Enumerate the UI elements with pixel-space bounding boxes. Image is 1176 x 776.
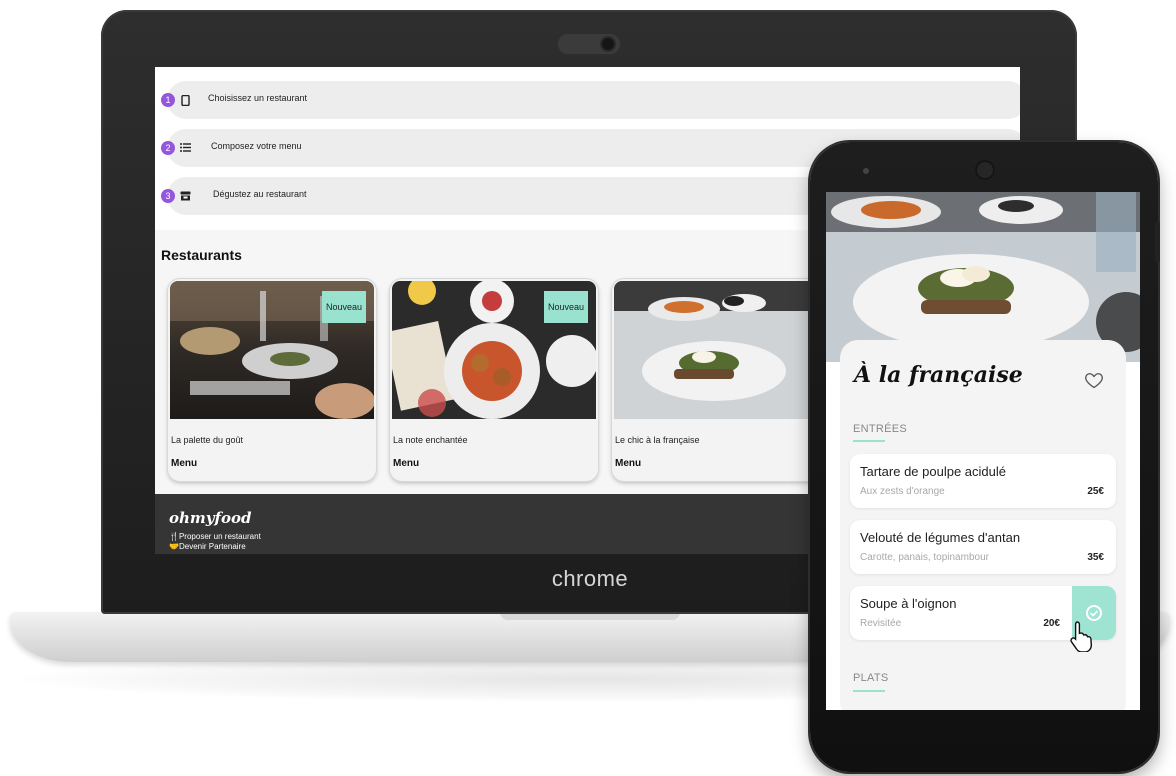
- section-underline: [853, 440, 885, 442]
- restaurants-title: Restaurants: [161, 247, 242, 263]
- chrome-brand-label: chrome: [551, 566, 629, 591]
- restaurant-card-3[interactable]: Le chic à la française Menu: [612, 279, 820, 481]
- footer-link-label: Devenir Partenaire: [178, 542, 246, 551]
- step-number: 3: [161, 189, 175, 203]
- restaurant-photo: [614, 281, 818, 419]
- phone-speaker: [977, 162, 993, 178]
- dish-name: Velouté de légumes d'antan: [860, 530, 1021, 545]
- menu-link[interactable]: Menu: [171, 458, 197, 469]
- footer-link-label: Proposer un restaurant: [178, 532, 261, 541]
- restaurant-photo: Nouveau: [392, 281, 596, 419]
- dish-item-2[interactable]: Velouté de légumes d'antan Carotte, pana…: [850, 520, 1116, 574]
- dish-description: Carotte, panais, topinambour: [860, 552, 989, 563]
- dish-price: 20€: [1043, 618, 1060, 629]
- step-number: 2: [161, 141, 175, 155]
- new-badge: Nouveau: [321, 291, 366, 323]
- step-label: Dégustez au restaurant: [213, 189, 307, 199]
- footer-link-partner[interactable]: 🤝Devenir Partenaire: [169, 542, 246, 551]
- restaurant-card-1[interactable]: Nouveau La palette du goût Menu: [168, 279, 376, 481]
- section-label-entrees: ENTRÉES: [853, 423, 908, 435]
- phone-icon: [179, 94, 191, 107]
- restaurant-card-2[interactable]: Nouveau La note enchantée Menu: [390, 279, 598, 481]
- hand-cursor-icon: [1068, 620, 1096, 653]
- section-label-plats: PLATS: [853, 672, 889, 684]
- restaurant-title: À la française: [854, 362, 1023, 388]
- hero-photo: [826, 192, 1140, 362]
- phone-camera: [863, 168, 869, 174]
- dish-description: Revisitée: [860, 618, 902, 629]
- dish-price: 25€: [1087, 486, 1104, 497]
- handshake-icon: 🤝: [169, 542, 179, 551]
- menu-link[interactable]: Menu: [615, 458, 641, 469]
- cutlery-icon: 🍴: [169, 532, 179, 541]
- menu-sheet: À la française ENTRÉES Tartare de poulpe…: [840, 340, 1126, 710]
- dish-name: Soupe à l'oignon: [860, 596, 957, 611]
- dish-price: 35€: [1087, 552, 1104, 563]
- dish-item-1[interactable]: Tartare de poulpe acidulé Aux zests d'or…: [850, 454, 1116, 508]
- top-fade: [155, 67, 1020, 75]
- list-icon: [179, 143, 191, 154]
- restaurant-photo: Nouveau: [170, 281, 374, 419]
- section-underline: [853, 690, 885, 692]
- dish-description: Aux zests d'orange: [860, 486, 945, 497]
- restaurant-name: La note enchantée: [393, 435, 468, 445]
- restaurant-name: La palette du goût: [171, 435, 244, 445]
- step-number: 1: [161, 93, 175, 107]
- footer-link-propose[interactable]: 🍴Proposer un restaurant: [169, 532, 261, 541]
- step-label: Composez votre menu: [211, 141, 302, 151]
- step-1[interactable]: 1 Choisissez un restaurant: [161, 81, 1020, 119]
- store-icon: [179, 191, 191, 202]
- new-badge: Nouveau: [543, 291, 588, 323]
- restaurant-name: Le chic à la française: [615, 435, 700, 445]
- dish-name: Tartare de poulpe acidulé: [860, 464, 1006, 479]
- menu-link[interactable]: Menu: [393, 458, 419, 469]
- footer-logo: ohmyfood: [169, 509, 252, 527]
- phone-side-button: [1155, 222, 1160, 262]
- step-label: Choisissez un restaurant: [208, 93, 308, 103]
- heart-icon[interactable]: [1084, 370, 1104, 390]
- webcam-lens: [602, 38, 614, 50]
